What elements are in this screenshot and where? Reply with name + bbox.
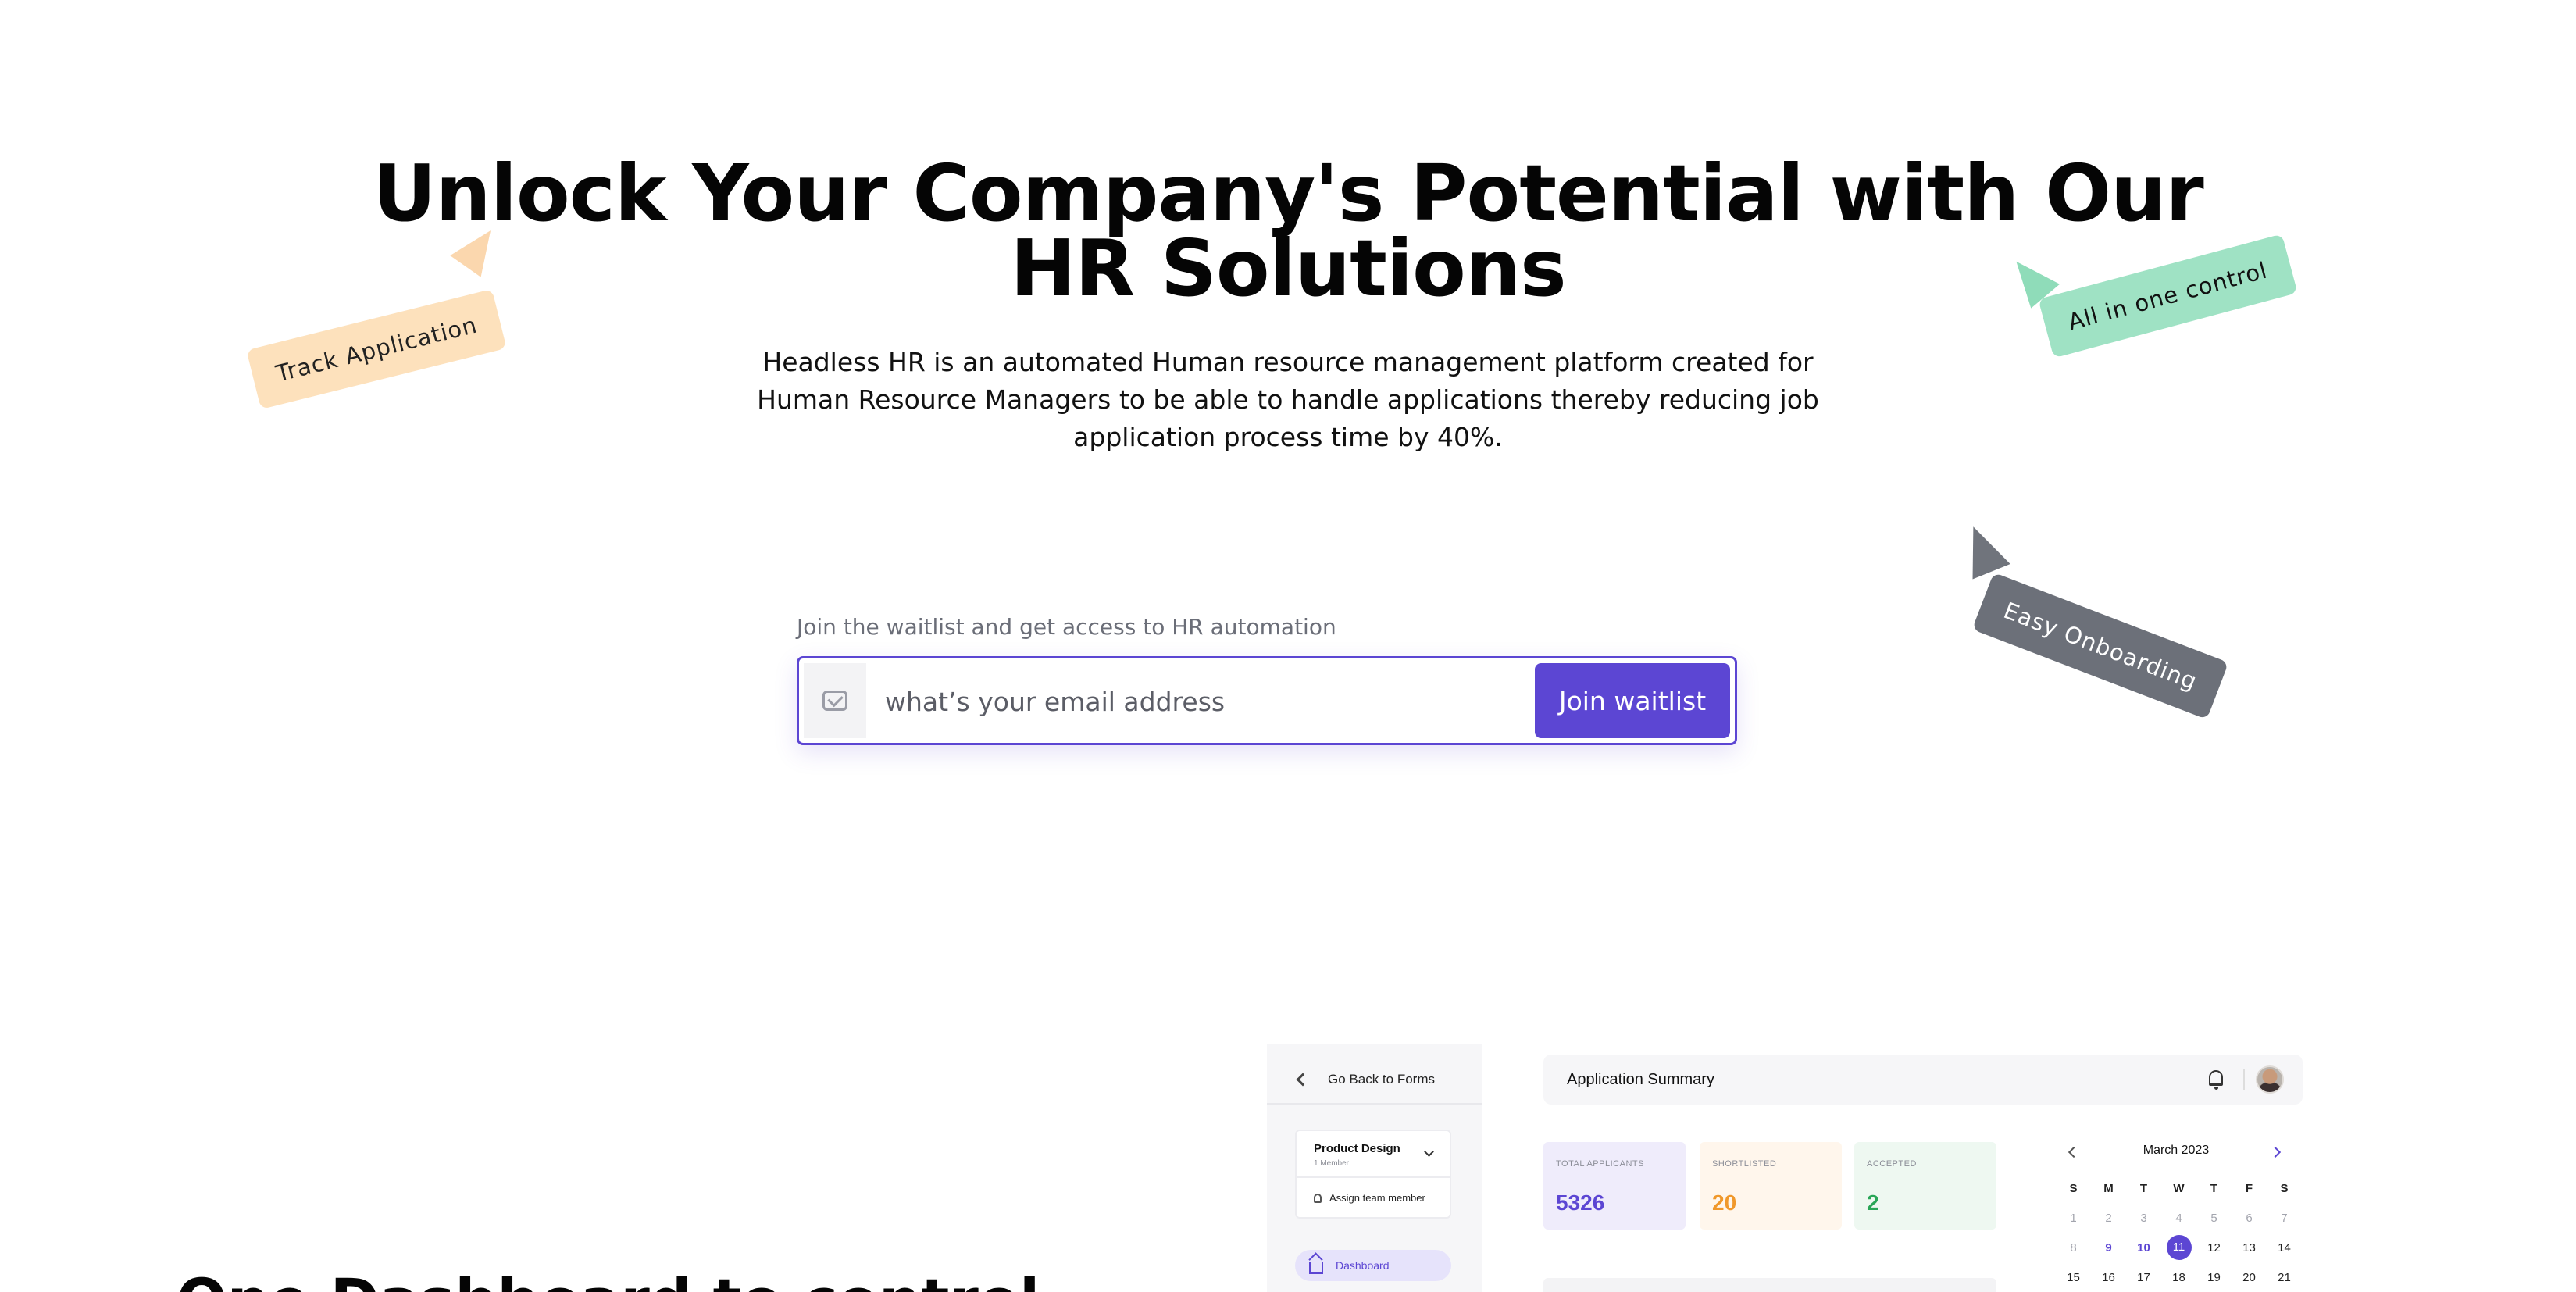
calendar-day[interactable]: 20 xyxy=(2232,1271,2267,1284)
team-selector[interactable]: Product Design 1 Member Assign team memb… xyxy=(1295,1130,1451,1219)
avatar[interactable] xyxy=(2256,1065,2284,1094)
calendar-day[interactable]: 14 xyxy=(2267,1241,2302,1255)
weekday-label: W xyxy=(2173,1181,2185,1195)
dashboard-sidebar: Go Back to Forms Product Design 1 Member… xyxy=(1267,1044,1482,1292)
team-member-count: 1 Member xyxy=(1314,1159,1350,1168)
calendar-day[interactable]: 5 xyxy=(2196,1212,2232,1225)
stat-label: ACCEPTED xyxy=(1867,1159,1917,1169)
selected-day-label: 11 xyxy=(2166,1235,2192,1260)
weekday-label: F xyxy=(2245,1181,2253,1195)
email-icon-container xyxy=(804,663,866,738)
calendar-day[interactable]: 1 xyxy=(2056,1212,2091,1225)
calendar-day-selected[interactable]: 11 xyxy=(2161,1235,2196,1260)
weekday-label: M xyxy=(2103,1181,2114,1195)
waitlist-label: Join the waitlist and get access to HR a… xyxy=(797,614,1336,640)
stat-value: 20 xyxy=(1712,1190,1737,1215)
assign-label: Assign team member xyxy=(1329,1192,1425,1204)
stat-label: SHORTLISTED xyxy=(1712,1159,1777,1169)
calendar-day[interactable]: 3 xyxy=(2126,1212,2161,1225)
calendar-day[interactable]: 7 xyxy=(2267,1212,2302,1225)
total-applicants-card: TOTAL APPLICANTS 5326 xyxy=(1543,1142,1686,1230)
sidebar-item-label: Dashboard xyxy=(1336,1259,1390,1272)
applicants-panel xyxy=(1543,1278,1996,1292)
team-name: Product Design xyxy=(1314,1142,1400,1155)
stat-label: TOTAL APPLICANTS xyxy=(1556,1159,1644,1169)
calendar-week: 1 2 3 4 5 6 7 xyxy=(2056,1203,2303,1233)
calendar-header: March 2023 xyxy=(2059,1140,2293,1164)
calendar-day[interactable]: 19 xyxy=(2196,1271,2232,1284)
weekday-label: S xyxy=(2069,1181,2078,1195)
weekday-label: S xyxy=(2280,1181,2289,1195)
calendar-day[interactable]: 18 xyxy=(2161,1271,2196,1284)
calendar-day[interactable]: 9 xyxy=(2091,1241,2126,1255)
calendar-day[interactable]: 12 xyxy=(2196,1241,2232,1255)
stat-value: 5326 xyxy=(1556,1190,1605,1215)
calendar-weekdays: S M T W T F S xyxy=(2056,1173,2303,1203)
shortlisted-card: SHORTLISTED 20 xyxy=(1700,1142,1842,1230)
weekday-label: T xyxy=(2139,1181,2148,1195)
cursor-pointer-icon xyxy=(1954,519,2010,580)
calendar-day[interactable]: 6 xyxy=(2232,1212,2267,1225)
go-back-label: Go Back to Forms xyxy=(1328,1072,1435,1087)
hero-subtitle: Headless HR is an automated Human resour… xyxy=(757,347,1819,452)
section-heading: One Dashboard to control xyxy=(177,1265,1040,1292)
assign-team-member-button[interactable]: Assign team member xyxy=(1314,1192,1425,1204)
calendar-grid: S M T W T F S 1 2 3 4 5 6 7 8 9 10 11 12… xyxy=(2056,1173,2303,1292)
sidebar-divider xyxy=(1267,1103,1482,1105)
calendar-day[interactable]: 4 xyxy=(2161,1212,2196,1225)
calendar-day[interactable]: 21 xyxy=(2267,1271,2302,1284)
chevron-down-icon[interactable] xyxy=(1424,1147,1434,1157)
easy-onboarding-tag: Easy Onboarding xyxy=(1971,572,2229,720)
application-summary-title: Application Summary xyxy=(1567,1071,1714,1088)
home-icon xyxy=(1309,1262,1323,1274)
weekday-label: T xyxy=(2210,1181,2218,1195)
calendar-month: March 2023 xyxy=(2143,1144,2210,1157)
go-back-to-forms-link[interactable]: Go Back to Forms xyxy=(1296,1072,1435,1087)
header-divider xyxy=(2243,1069,2245,1090)
mail-icon xyxy=(822,691,847,711)
accepted-card: ACCEPTED 2 xyxy=(1854,1142,1996,1230)
join-waitlist-button[interactable]: Join waitlist xyxy=(1535,663,1730,738)
calendar-day[interactable]: 15 xyxy=(2056,1271,2091,1284)
calendar-day[interactable]: 13 xyxy=(2232,1241,2267,1255)
application-summary-header: Application Summary xyxy=(1543,1055,2303,1105)
calendar-day[interactable]: 10 xyxy=(2126,1241,2161,1255)
calendar-day[interactable]: 8 xyxy=(2056,1241,2091,1255)
calendar-day[interactable]: 17 xyxy=(2126,1271,2161,1284)
person-icon xyxy=(1314,1193,1322,1203)
bell-icon[interactable] xyxy=(2209,1070,2223,1090)
team-card-divider xyxy=(1297,1176,1450,1178)
hero-title-line-1: Unlock Your Company's Potential with Our xyxy=(373,148,2203,239)
waitlist-form: Join waitlist xyxy=(797,656,1737,745)
stat-value: 2 xyxy=(1867,1190,1879,1215)
calendar-day[interactable]: 16 xyxy=(2091,1271,2126,1284)
calendar-day[interactable]: 2 xyxy=(2091,1212,2126,1225)
sidebar-item-dashboard[interactable]: Dashboard xyxy=(1295,1250,1451,1281)
calendar-week: 8 9 10 11 12 13 14 xyxy=(2056,1233,2303,1262)
email-input[interactable] xyxy=(885,676,1432,727)
calendar-week: 15 16 17 18 19 20 21 xyxy=(2056,1262,2303,1292)
track-application-tag: Track Application xyxy=(246,288,507,410)
chevron-left-icon xyxy=(1296,1073,1310,1087)
